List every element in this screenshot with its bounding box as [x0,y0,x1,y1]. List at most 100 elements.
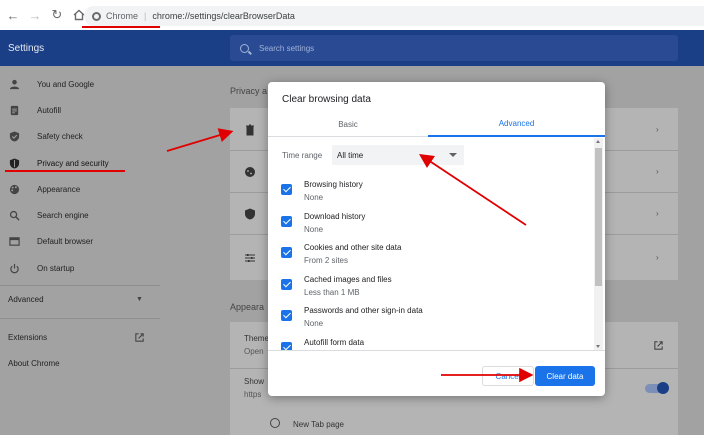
settings-header: Settings [0,30,704,66]
scroll-down-icon[interactable] [596,345,600,348]
sidebar-item-autofill[interactable]: Autofill [0,100,160,120]
external-link-icon[interactable] [134,332,145,343]
sidebar-item-you-and-google[interactable]: You and Google [0,74,160,94]
appearance-section-heading: Appeara [230,302,265,312]
checkbox-checked[interactable] [281,310,292,321]
checkbox-row-autofill[interactable]: Autofill form data [268,337,588,350]
chevron-right-icon[interactable]: › [656,253,659,262]
palette-icon [8,183,20,195]
sidebar-item-default-browser[interactable]: Default browser [0,231,160,251]
clear-data-button[interactable]: Clear data [535,366,595,386]
checkbox-label: Browsing history [304,180,363,189]
sidebar-divider [0,285,160,286]
tab-basic[interactable]: Basic [268,112,428,137]
annotation-underline-url [82,26,160,28]
show-home-sub: https [244,390,262,399]
checkbox-label: Autofill form data [304,338,365,347]
reload-icon[interactable]: ↻ [48,6,66,24]
sidebar-item-label: On startup [37,263,75,273]
search-icon [8,209,20,221]
sidebar-about-chrome[interactable]: About Chrome [8,359,60,368]
power-icon [8,262,20,274]
checkbox-label: Passwords and other sign-in data [304,306,423,315]
sidebar-item-label: Autofill [37,105,62,115]
dialog-tabs: Basic Advanced [268,112,605,137]
dialog-scrollbar[interactable] [594,138,603,350]
sidebar-item-label: Search engine [37,210,89,220]
checkbox-sublabel: None [304,193,324,202]
cancel-button[interactable]: Cancel [482,366,534,386]
external-link-icon[interactable] [653,340,664,351]
theme-sub: Open [244,347,264,356]
tab-advanced[interactable]: Advanced [428,112,605,137]
forward-arrow-icon[interactable]: → [26,6,44,24]
address-bar[interactable]: Chrome | chrome://settings/clearBrowserD… [84,6,704,26]
checkbox-label: Download history [304,212,366,221]
clipboard-icon [8,104,20,116]
chevron-right-icon[interactable]: › [656,209,659,218]
page-title: Settings [8,42,45,54]
sidebar-advanced[interactable]: Advanced [8,295,44,304]
checkbox-checked[interactable] [281,247,292,258]
time-range-label: Time range [282,151,323,160]
sidebar-item-label: You and Google [37,79,95,89]
sidebar-item-on-startup[interactable]: On startup [0,258,160,278]
checkbox-sublabel: Less than 1 MB [304,288,360,297]
browser-icon [8,235,20,247]
cookie-icon [245,167,255,177]
checkbox-sublabel: From 2 sites [304,256,349,265]
checkbox-row-passwords[interactable]: Passwords and other sign-in data None [268,305,588,335]
trash-icon [246,124,254,136]
privacy-section-heading: Privacy a [230,86,268,96]
new-tab-radio[interactable] [270,418,280,428]
dialog-scroll-area: Time range All time Browsing history Non… [268,138,605,350]
sidebar-item-label: Safety check [37,131,83,141]
theme-label: Theme [244,334,269,343]
sidebar-item-safety-check[interactable]: Safety check [0,126,160,146]
toggle-knob [657,382,669,394]
time-range-value: All time [337,150,364,160]
checkbox-checked[interactable] [281,184,292,195]
scroll-thumb[interactable] [595,148,602,286]
annotation-underline-privacy [5,170,125,172]
search-box[interactable] [230,35,678,61]
checkbox-row-cached-images[interactable]: Cached images and files Less than 1 MB [268,274,588,304]
checkbox-sublabel: None [304,225,324,234]
dialog-footer: Cancel Clear data [268,350,605,396]
shield-icon [8,157,20,169]
sidebar-divider [0,318,160,319]
search-icon [240,43,249,53]
sidebar-item-appearance[interactable]: Appearance [0,179,160,199]
chevron-right-icon[interactable]: › [656,125,659,134]
sidebar-item-label: Default browser [37,236,94,246]
shield-icon [245,208,255,220]
chevron-right-icon[interactable]: › [656,167,659,176]
checkbox-label: Cached images and files [304,275,392,284]
show-home-label: Show [244,377,265,386]
back-arrow-icon[interactable]: ← [4,6,22,24]
chrome-label: Chrome [106,11,139,21]
checkbox-checked[interactable] [281,216,292,227]
scroll-up-icon[interactable] [596,140,600,143]
time-range-select[interactable]: All time [332,145,464,165]
checkbox-checked[interactable] [281,279,292,290]
sidebar-item-label: Appearance [37,184,81,194]
sidebar: You and Google Autofill Safety check Pri… [0,66,160,435]
sidebar-item-label: Privacy and security [37,158,109,168]
dialog-title: Clear browsing data [282,94,371,105]
tune-icon [245,254,255,262]
shield-check-icon [8,130,20,142]
sidebar-extensions[interactable]: Extensions [8,333,47,342]
new-tab-label: New Tab page [293,420,344,429]
checkbox-row-cookies[interactable]: Cookies and other site data From 2 sites [268,242,588,272]
clear-browsing-data-dialog: Clear browsing data Basic Advanced Time … [268,82,605,396]
show-home-toggle[interactable] [645,382,669,394]
url-text: chrome://settings/clearBrowserData [152,11,295,21]
person-icon [8,78,20,90]
checkbox-row-browsing-history[interactable]: Browsing history None [268,179,588,209]
checkbox-checked[interactable] [281,342,292,350]
checkbox-row-download-history[interactable]: Download history None [268,211,588,241]
search-input[interactable] [259,43,639,53]
sidebar-item-search-engine[interactable]: Search engine [0,205,160,225]
chevron-down-icon[interactable]: ▼ [136,296,143,303]
